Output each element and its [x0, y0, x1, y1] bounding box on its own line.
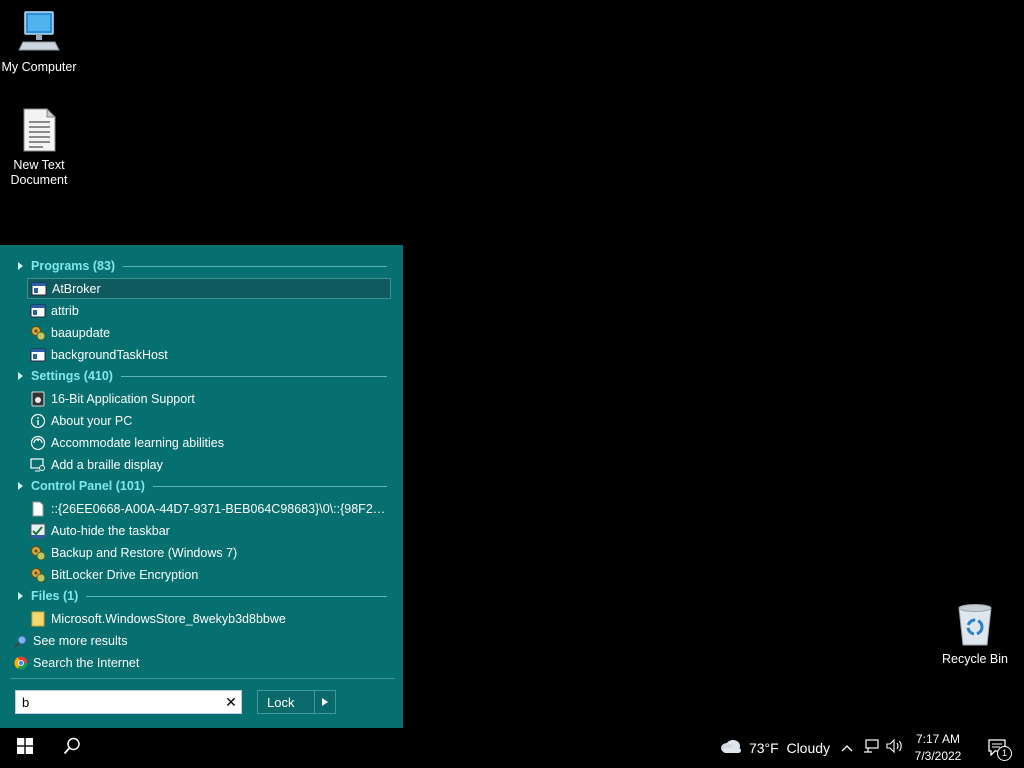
result-item-label: attrib [51, 303, 79, 318]
divider [120, 375, 387, 377]
result-item-label: About your PC [51, 413, 133, 428]
expand-arrow-icon [18, 262, 23, 270]
chrome-icon [14, 656, 28, 670]
windows-logo-icon [17, 737, 33, 759]
weather-text: 73°F Cloudy [748, 740, 831, 756]
power-options-arrow-icon[interactable] [314, 691, 335, 713]
result-item-label: 16-Bit Application Support [51, 391, 195, 406]
result-item-atbroker[interactable]: AtBroker [27, 278, 391, 299]
search-input[interactable] [16, 692, 221, 712]
result-item-label: BitLocker Drive Encryption [51, 567, 199, 582]
lock-label: Lock [267, 694, 295, 710]
divider [86, 595, 387, 597]
recycle-bin-icon [936, 602, 1014, 650]
desktop-icon-label: My Computer [1, 60, 77, 74]
expand-arrow-icon [18, 482, 23, 490]
speaker-icon [886, 738, 904, 758]
checklist-icon [30, 523, 46, 539]
result-item-label: backgroundTaskHost [51, 347, 168, 362]
gears-icon [30, 567, 46, 583]
lock-button[interactable]: Lock [257, 690, 336, 714]
section-label: Files (1) [31, 589, 79, 603]
result-item-accommodate-learning[interactable]: Accommodate learning abilities [27, 432, 391, 453]
desktop-icon-my-computer[interactable]: My Computer [0, 10, 78, 75]
section-header-control-panel[interactable]: Control Panel (101) [15, 475, 387, 497]
monitor-gear-icon [30, 457, 46, 473]
result-item-label: baaupdate [51, 325, 111, 340]
ease-of-access-icon [30, 435, 46, 451]
result-item-label: Add a braille display [51, 457, 163, 472]
search-box: ✕ [15, 690, 242, 714]
result-item-label: Auto-hide the taskbar [51, 523, 170, 538]
result-item-baaupdate[interactable]: baaupdate [27, 322, 391, 343]
volume-button[interactable] [884, 728, 906, 768]
divider [152, 485, 387, 487]
clear-search-icon[interactable]: ✕ [221, 692, 241, 712]
computer-icon [0, 10, 78, 58]
start-menu: Programs (83) AtBroker attrib baaupdate … [0, 245, 403, 728]
result-item-windowsstore-folder[interactable]: Microsoft.WindowsStore_8wekyb3d8bbwe [27, 608, 391, 629]
section-label: Settings (410) [31, 369, 113, 383]
clock-time: 7:17 AM [915, 732, 961, 746]
info-icon [30, 413, 46, 429]
taskbar-search-button[interactable] [50, 728, 94, 768]
result-item-add-braille-display[interactable]: Add a braille display [27, 454, 391, 475]
section-label: Programs (83) [31, 259, 116, 273]
see-more-results-link[interactable]: See more results [14, 631, 127, 651]
taskbar: 73°F Cloudy 7:17 AM 7/3/2022 1 [0, 728, 1024, 768]
desktop-icon-recycle-bin[interactable]: Recycle Bin [936, 602, 1014, 667]
result-item-label: ::{26EE0668-A00A-44D7-9371-BEB064C98683}… [51, 501, 391, 516]
start-button[interactable] [4, 728, 46, 768]
text-document-icon [0, 107, 78, 156]
section-header-settings[interactable]: Settings (410) [15, 365, 387, 387]
see-more-label: See more results [33, 634, 128, 648]
desktop-icon-label: New Text Document [10, 158, 68, 187]
section-header-files[interactable]: Files (1) [15, 585, 387, 607]
gears-icon [30, 325, 46, 341]
taskbar-clock[interactable]: 7:17 AM 7/3/2022 [905, 731, 971, 765]
blank-page-icon [30, 501, 46, 517]
desktop-icon-label: Recycle Bin [942, 652, 1008, 666]
window-app-icon [30, 303, 46, 319]
chevron-up-icon [841, 739, 853, 757]
action-center-button[interactable]: 1 [978, 728, 1018, 768]
network-button[interactable] [860, 728, 882, 768]
weather-widget[interactable]: 73°F Cloudy [712, 728, 837, 768]
result-item-backgroundtaskhost[interactable]: backgroundTaskHost [27, 344, 391, 365]
result-item-auto-hide-taskbar[interactable]: Auto-hide the taskbar [27, 520, 391, 541]
expand-arrow-icon [18, 372, 23, 380]
desktop-icon-new-text-document[interactable]: New Text Document [0, 107, 78, 188]
result-item-attrib[interactable]: attrib [27, 300, 391, 321]
search-icon [14, 634, 28, 648]
section-header-programs[interactable]: Programs (83) [15, 255, 387, 277]
window-app-icon [30, 347, 46, 363]
gears-icon [30, 545, 46, 561]
result-item-bitlocker[interactable]: BitLocker Drive Encryption [27, 564, 391, 585]
notification-count-badge: 1 [997, 746, 1012, 761]
result-item-label: Microsoft.WindowsStore_8wekyb3d8bbwe [51, 611, 286, 626]
result-item-backup-restore[interactable]: Backup and Restore (Windows 7) [27, 542, 391, 563]
show-hidden-icons-button[interactable] [838, 728, 856, 768]
cloud-icon [719, 738, 743, 759]
clock-date: 7/3/2022 [914, 749, 962, 763]
search-icon [63, 737, 81, 760]
section-label: Control Panel (101) [31, 479, 145, 493]
result-item-label: Accommodate learning abilities [51, 435, 225, 450]
search-internet-link[interactable]: Search the Internet [14, 653, 139, 673]
divider [123, 265, 387, 267]
network-icon [863, 738, 879, 758]
result-item-label: Backup and Restore (Windows 7) [51, 545, 238, 560]
search-internet-label: Search the Internet [33, 656, 140, 670]
result-item-guid-path[interactable]: ::{26EE0668-A00A-44D7-9371-BEB064C98683}… [27, 498, 391, 519]
folder-icon [30, 611, 46, 627]
divider [10, 678, 395, 679]
notification-icon: 1 [987, 738, 1012, 761]
expand-arrow-icon [18, 592, 23, 600]
result-item-16bit-support[interactable]: 16-Bit Application Support [27, 388, 391, 409]
window-app-icon [31, 281, 47, 297]
result-item-label: AtBroker [52, 281, 101, 296]
camera-icon [30, 391, 46, 407]
result-item-about-your-pc[interactable]: About your PC [27, 410, 391, 431]
